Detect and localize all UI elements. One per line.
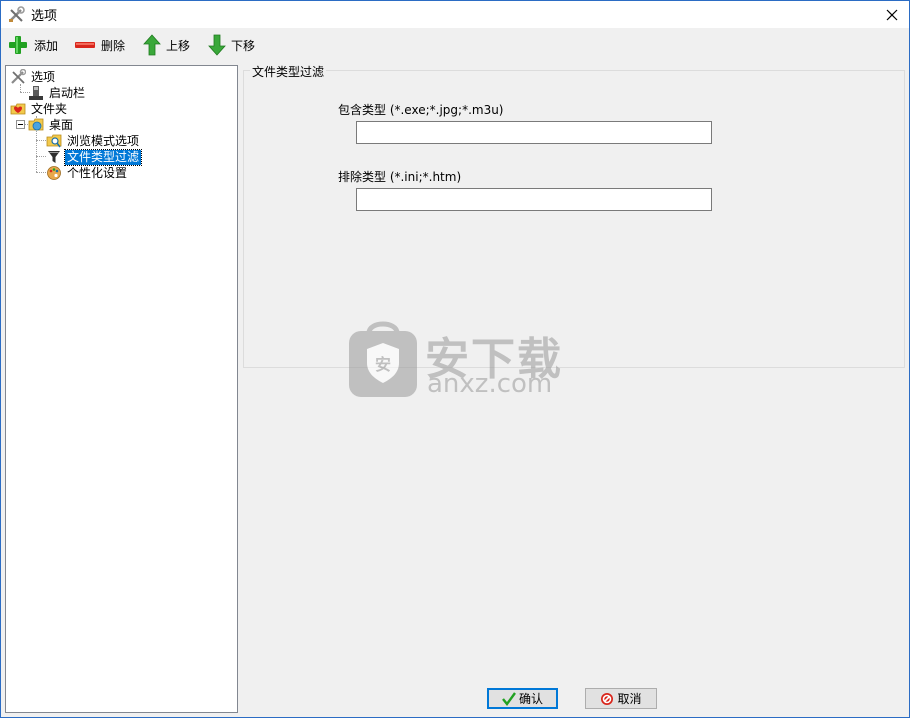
tree-label: 个性化设置	[67, 165, 128, 180]
minus-icon	[75, 42, 96, 48]
group-title: 文件类型过滤	[250, 63, 327, 80]
include-types-input[interactable]	[356, 121, 712, 144]
folder-heart-icon	[10, 103, 26, 115]
arrow-up-icon	[143, 34, 161, 56]
toolbar: 添加 删除 上移 下移	[1, 28, 909, 62]
add-label: 添加	[34, 38, 59, 53]
close-icon	[886, 9, 898, 20]
tree-item-options[interactable]: 选项	[10, 69, 57, 85]
ok-button[interactable]: 确认	[487, 688, 558, 709]
options-dialog: 选项 添加 删除 上移 下移 选项 启动栏 文件夹 桌面 浏览模式选项 文件类型…	[0, 0, 910, 718]
checkmark-icon	[502, 691, 516, 706]
tree-label: 桌面	[49, 117, 74, 132]
arrow-down-icon	[208, 34, 226, 56]
window-title: 选项	[31, 9, 58, 24]
tools-icon	[9, 5, 25, 22]
tree-connector	[36, 156, 46, 157]
desktop-folder-icon	[28, 118, 44, 131]
delete-button[interactable]: 删除	[70, 31, 129, 59]
funnel-icon	[48, 151, 60, 163]
cancel-button[interactable]: 取消	[585, 688, 657, 709]
tree-label: 选项	[31, 69, 56, 84]
exclude-types-label: 排除类型 (*.ini;*.htm)	[338, 170, 462, 184]
move-down-button[interactable]: 下移	[204, 31, 259, 59]
title-bar: 选项	[1, 1, 909, 28]
tools-icon	[11, 69, 26, 84]
browse-folder-icon	[46, 134, 62, 148]
tree-label: 文件夹	[31, 101, 68, 116]
launch-bar-icon	[29, 86, 43, 100]
collapse-toggle[interactable]	[16, 120, 25, 129]
cancel-label: 取消	[617, 692, 642, 706]
move-down-label: 下移	[231, 38, 256, 53]
tree-item-browse-mode[interactable]: 浏览模式选项	[46, 133, 141, 149]
include-types-label: 包含类型 (*.exe;*.jpg;*.m3u)	[338, 103, 504, 117]
tree-item-desktop[interactable]: 桌面	[28, 117, 75, 133]
tree-connector	[36, 140, 46, 141]
tree-item-file-type-filter[interactable]: 文件类型过滤	[46, 148, 143, 166]
tree-label-selected: 文件类型过滤	[63, 148, 143, 166]
tree-item-folders[interactable]: 文件夹	[10, 101, 69, 117]
close-button[interactable]	[875, 1, 909, 28]
tree-connector	[20, 84, 21, 92]
exclude-types-input[interactable]	[356, 188, 712, 211]
tree-label: 浏览模式选项	[67, 133, 140, 148]
ok-label: 确认	[518, 692, 543, 706]
watermark: 安 安下载 anxz.com	[347, 317, 561, 402]
watermark-en: anxz.com	[427, 369, 553, 399]
svg-text:安: 安	[375, 355, 391, 374]
tree-connector	[36, 172, 46, 173]
options-tree[interactable]: 选项 启动栏 文件夹 桌面 浏览模式选项 文件类型过滤 个性化设置	[5, 65, 238, 713]
shield-bag-icon: 安	[349, 321, 417, 397]
cancel-icon	[601, 692, 614, 705]
move-up-label: 上移	[166, 38, 191, 53]
plus-icon	[9, 36, 27, 54]
delete-label: 删除	[101, 38, 126, 53]
add-button[interactable]: 添加	[3, 31, 62, 59]
move-up-button[interactable]: 上移	[139, 31, 194, 59]
tree-item-launch-bar[interactable]: 启动栏	[28, 85, 87, 101]
tree-label: 启动栏	[49, 85, 86, 100]
tree-item-personalize[interactable]: 个性化设置	[46, 165, 129, 181]
palette-icon	[47, 166, 61, 180]
